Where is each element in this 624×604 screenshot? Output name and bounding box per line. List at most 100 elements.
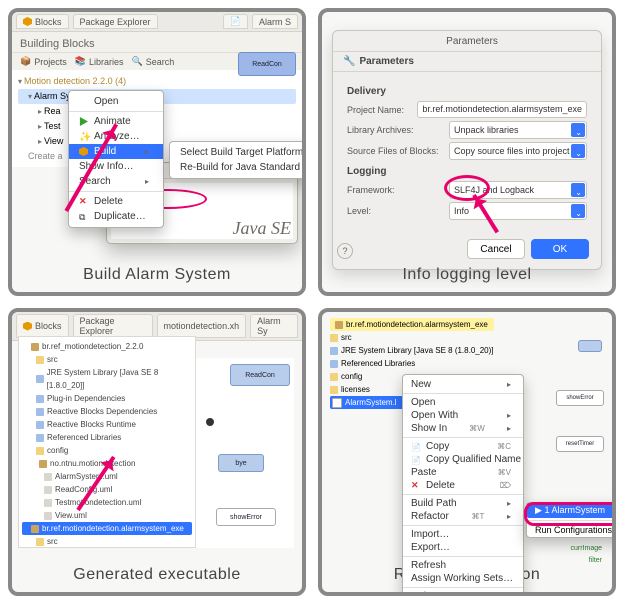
tree-rbrt[interactable]: Reactive Blocks Runtime bbox=[22, 418, 192, 431]
tree-exe[interactable]: br.ref.motiondetection.alarmsystem_exe bbox=[330, 318, 494, 331]
tree-project[interactable]: Motion detection 2.2.0 (4) bbox=[18, 74, 296, 89]
shortcut: ⌘C bbox=[497, 442, 511, 451]
menu-delete[interactable]: ✕Delete⌦ bbox=[403, 479, 523, 492]
toolbar-label: Parameters bbox=[359, 56, 413, 67]
tree-reflib[interactable]: Referenced Libraries bbox=[22, 431, 192, 444]
menu-assign-sets[interactable]: Assign Working Sets… bbox=[403, 572, 523, 585]
chevron-icon: ⌄ bbox=[575, 206, 582, 222]
tab-blocks[interactable]: Blocks bbox=[16, 314, 69, 338]
highlight-ring bbox=[524, 502, 616, 526]
tree-jre[interactable]: JRE System Library [Java SE 8 [1.8.0_20]… bbox=[22, 366, 192, 392]
subtab-search[interactable]: 🔍 Search bbox=[131, 56, 174, 67]
tree-src2[interactable]: src bbox=[22, 535, 192, 548]
block-resettimer[interactable]: resetTimer bbox=[556, 436, 604, 452]
label: Framework: bbox=[347, 185, 443, 195]
package-icon bbox=[39, 460, 47, 468]
tree-exe-project[interactable]: br.ref.motiondetection.alarmsystem_exe bbox=[22, 522, 192, 535]
form: Delivery Project Name: br.ref.motiondete… bbox=[333, 72, 601, 233]
tree-src[interactable]: src bbox=[22, 353, 192, 366]
delete-icon: ✕ bbox=[411, 481, 420, 490]
block-showerror[interactable]: showError bbox=[216, 508, 276, 526]
menu-refresh[interactable]: Refresh bbox=[403, 559, 523, 572]
menu-open-with[interactable]: Open With bbox=[403, 409, 523, 422]
menu-select-target[interactable]: Select Build Target Platform… bbox=[170, 145, 306, 160]
block-readcon[interactable]: ReadCon bbox=[230, 364, 290, 386]
tree-reflib[interactable]: Referenced Libraries bbox=[330, 357, 494, 370]
menu-refactor[interactable]: Refactor⌘T bbox=[403, 510, 523, 523]
menu-open[interactable]: Open bbox=[69, 94, 163, 109]
project-icon bbox=[335, 321, 343, 329]
editor-tabs: Blocks Package Explorer 📄 Alarm S bbox=[12, 12, 302, 32]
label: Source Files of Blocks: bbox=[347, 146, 443, 156]
menu-export[interactable]: Export… bbox=[403, 541, 523, 554]
tab-alarm[interactable]: Alarm Sy bbox=[250, 314, 298, 338]
tree-rbdeps[interactable]: Reactive Blocks Dependencies bbox=[22, 405, 192, 418]
subtab-projects[interactable]: 📦 Projects bbox=[20, 56, 67, 67]
label-currimage: currImage bbox=[570, 545, 602, 552]
menu-debug-as[interactable]: Debug As bbox=[403, 590, 523, 596]
panel-run-application: br.ref.motiondetection.alarmsystem_exe s… bbox=[318, 308, 616, 596]
file-icon bbox=[44, 486, 52, 494]
tree-src[interactable]: src bbox=[330, 331, 494, 344]
library-icon bbox=[36, 421, 44, 429]
diagram-block[interactable] bbox=[578, 340, 602, 352]
panel-caption: Info logging level bbox=[322, 266, 612, 284]
menu-build-path[interactable]: Build Path bbox=[403, 497, 523, 510]
menu-build[interactable]: Build bbox=[69, 144, 163, 159]
menu-rebuild-j2se[interactable]: Re-Build for Java Standard Edition - J2S… bbox=[170, 160, 306, 175]
start-node-icon bbox=[206, 418, 214, 426]
shortcut: ⌘W bbox=[469, 424, 485, 433]
cancel-button[interactable]: Cancel bbox=[467, 239, 525, 259]
menu-paste[interactable]: Paste⌘V bbox=[403, 466, 523, 479]
library-archives-select[interactable]: Unpack libraries⌄ bbox=[449, 121, 587, 139]
label: Level: bbox=[347, 206, 443, 216]
tree-file[interactable]: ReadConfig.uml bbox=[22, 483, 192, 496]
tab-label: Package Explorer bbox=[80, 17, 151, 27]
file-icon bbox=[44, 499, 52, 507]
menu-duplicate[interactable]: Duplicate… bbox=[69, 209, 163, 224]
subtab-libraries[interactable]: 📚 Libraries bbox=[75, 56, 124, 67]
library-icon bbox=[36, 434, 44, 442]
project-name-input[interactable]: br.ref.motiondetection.alarmsystem_exe bbox=[417, 101, 587, 118]
tab-alarm[interactable]: Alarm S bbox=[252, 14, 298, 29]
tree-file[interactable]: Testmotiondetection.uml bbox=[22, 496, 192, 509]
tree-jre[interactable]: JRE System Library [Java SE 8 (1.8.0_20)… bbox=[330, 344, 494, 357]
file-icon bbox=[44, 473, 52, 481]
help-button[interactable]: ? bbox=[337, 243, 353, 259]
menu-delete[interactable]: ✕Delete bbox=[69, 194, 163, 209]
duplicate-icon bbox=[79, 212, 88, 221]
menu-show-in[interactable]: Show In⌘W bbox=[403, 422, 523, 435]
tree-plugin[interactable]: Plug-in Dependencies bbox=[22, 392, 192, 405]
diagram-block-readcon[interactable]: ReadCon bbox=[238, 52, 296, 76]
tree-file[interactable]: View.uml bbox=[22, 509, 192, 522]
block-showerror[interactable]: showError bbox=[556, 390, 604, 406]
menu-copy[interactable]: Copy⌘C bbox=[403, 440, 523, 453]
source-files-select[interactable]: Copy source files into project⌄ bbox=[449, 142, 587, 160]
menu-open[interactable]: Open bbox=[403, 396, 523, 409]
menu-import[interactable]: Import… bbox=[403, 528, 523, 541]
launch-icon bbox=[332, 398, 342, 408]
chevron-icon: ⌄ bbox=[575, 146, 582, 162]
menu-copy-qname[interactable]: Copy Qualified Name bbox=[403, 453, 523, 466]
ok-button[interactable]: OK bbox=[531, 239, 589, 259]
block-bye[interactable]: bye bbox=[218, 454, 264, 472]
menu-new[interactable]: New bbox=[403, 378, 523, 391]
tab-file[interactable]: motiondetection.xh bbox=[157, 314, 247, 338]
menu-show-info[interactable]: Show Info… bbox=[69, 159, 163, 174]
tab-package-explorer[interactable]: Package Explorer bbox=[73, 314, 153, 338]
delete-icon: ✕ bbox=[79, 197, 88, 206]
package-explorer[interactable]: br.ref_motiondetection_2.2.0 src JRE Sys… bbox=[18, 336, 196, 548]
group-delivery: Delivery bbox=[347, 86, 587, 97]
panel-generated-executable: Blocks Package Explorer motiondetection.… bbox=[8, 308, 306, 596]
diagram-canvas[interactable]: ReadCon bye showError bbox=[196, 358, 294, 548]
tab-package-explorer[interactable]: Package Explorer bbox=[73, 14, 158, 29]
library-icon bbox=[36, 395, 44, 403]
folder-icon bbox=[36, 447, 44, 455]
tree-file[interactable]: AlarmSystem.uml bbox=[22, 470, 192, 483]
tab-blocks[interactable]: Blocks bbox=[16, 14, 69, 29]
panel-info-logging: Parameters 🔧 Parameters Delivery Project… bbox=[318, 8, 616, 296]
tab-file[interactable]: 📄 bbox=[223, 14, 248, 29]
dialog-titlebar: Parameters bbox=[333, 31, 601, 52]
tree-project[interactable]: br.ref_motiondetection_2.2.0 bbox=[22, 340, 192, 353]
shortcut: ⌦ bbox=[500, 481, 511, 490]
